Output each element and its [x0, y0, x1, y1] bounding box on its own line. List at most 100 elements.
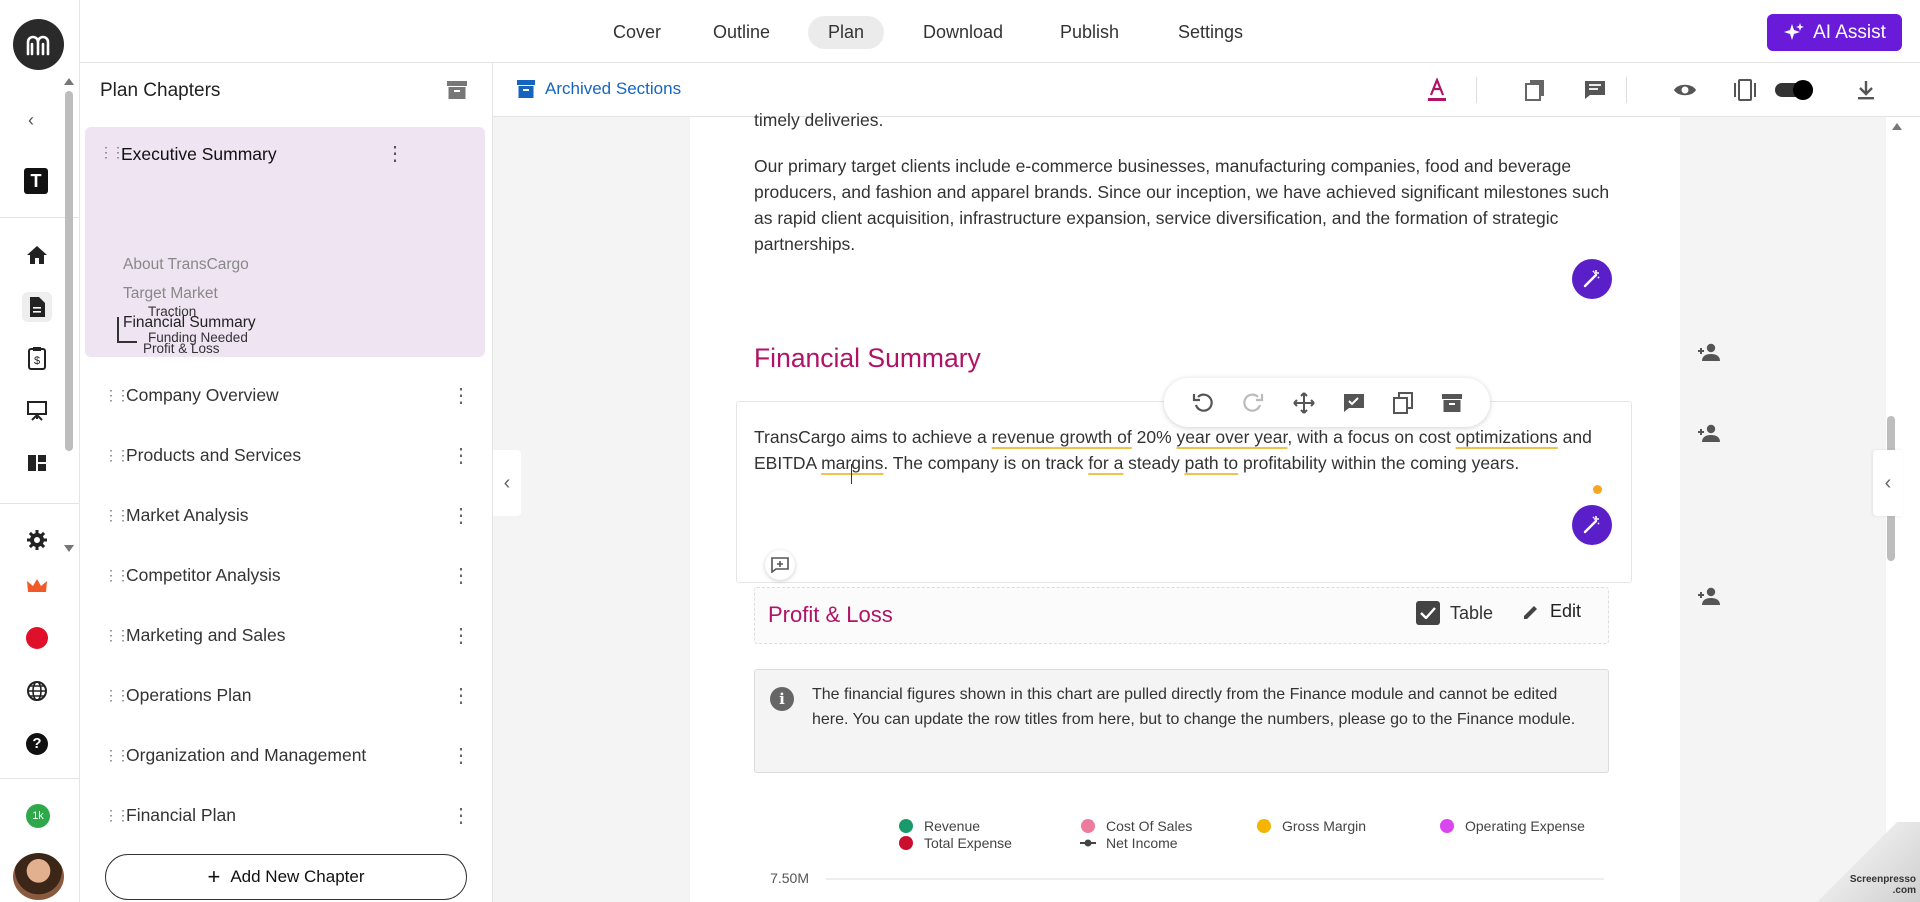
collapse-rail-icon[interactable]: ‹ [28, 110, 34, 131]
move-icon[interactable] [1293, 391, 1315, 414]
chapter-menu-kebab[interactable]: ⋮ [446, 803, 476, 828]
legend-item-gross-margin[interactable]: Gross Margin [1257, 818, 1366, 834]
tab-cover[interactable]: Cover [593, 16, 681, 49]
chapter-item[interactable]: ⋮⋮ Marketing and Sales ⋮ [90, 610, 476, 660]
approve-comment-icon[interactable] [1343, 393, 1365, 413]
ai-rewrite-button[interactable] [1572, 259, 1612, 299]
chapter-executive-summary[interactable]: Executive Summary [121, 144, 277, 165]
plan-document-icon[interactable] [22, 292, 52, 322]
download-icon[interactable] [1852, 76, 1880, 104]
chapter-menu-kebab[interactable]: ⋮ [446, 623, 476, 648]
table-checkbox[interactable] [1416, 601, 1440, 625]
tab-outline[interactable]: Outline [693, 16, 790, 49]
assign-user-icon[interactable] [1697, 343, 1721, 361]
paragraph-fragment[interactable]: timely deliveries. [754, 107, 883, 133]
legend-item-net-income[interactable]: Net Income [1080, 835, 1178, 851]
edit-button[interactable]: Edit [1522, 601, 1581, 622]
chapter-item[interactable]: ⋮⋮ Market Analysis ⋮ [90, 490, 476, 540]
chapter-menu-kebab[interactable]: ⋮ [446, 383, 476, 408]
archived-sections-link[interactable]: Archived Sections [517, 79, 681, 99]
tab-settings[interactable]: Settings [1158, 16, 1263, 49]
text-color-icon[interactable] [1422, 76, 1452, 104]
chapter-item[interactable]: ⋮⋮ Company Overview ⋮ [90, 370, 476, 420]
chapter-menu-kebab[interactable]: ⋮ [446, 563, 476, 588]
undo-icon[interactable] [1192, 392, 1214, 414]
subsection-traction[interactable]: Traction [148, 304, 196, 319]
scroll-up-arrow[interactable] [1892, 123, 1902, 130]
settings-gear-icon[interactable] [22, 525, 52, 555]
copy-document-icon[interactable] [1521, 76, 1549, 104]
dashboard-icon[interactable] [22, 448, 52, 478]
drag-handle-icon[interactable]: ⋮⋮ [90, 387, 130, 404]
profit-loss-title[interactable]: Profit & Loss [768, 602, 893, 628]
presentation-icon[interactable] [22, 395, 52, 425]
finance-clipboard-icon[interactable]: $ [22, 343, 52, 373]
collapse-sidebar-tab[interactable]: ‹ [493, 450, 521, 516]
add-new-chapter-button[interactable]: + Add New Chapter [105, 854, 467, 900]
chapter-menu-kebab[interactable]: ⋮ [446, 443, 476, 468]
table-toggle[interactable]: Table [1416, 601, 1493, 625]
legend-item-cost-of-sales[interactable]: Cost Of Sales [1081, 818, 1192, 834]
archive-section-icon[interactable] [1441, 393, 1462, 412]
chapter-item[interactable]: ⋮⋮ Organization and Management ⋮ [90, 730, 476, 780]
chapter-item[interactable]: ⋮⋮ Operations Plan ⋮ [90, 670, 476, 720]
drag-handle-icon[interactable]: ⋮⋮ [90, 687, 130, 704]
redo-icon[interactable] [1242, 392, 1264, 414]
assign-user-icon[interactable] [1697, 587, 1721, 605]
add-comment-icon[interactable] [765, 550, 795, 580]
preview-eye-icon[interactable] [1671, 76, 1699, 104]
company-avatar[interactable]: T [24, 168, 48, 194]
suggestion-dot[interactable] [1593, 485, 1602, 494]
chapter-item[interactable]: ⋮⋮ Products and Services ⋮ [90, 430, 476, 480]
crown-icon[interactable] [22, 571, 52, 601]
chapter-menu-kebab[interactable]: ⋮ [446, 683, 476, 708]
tab-plan[interactable]: Plan [808, 16, 885, 49]
grammar-suggestion[interactable]: optimizations [1456, 427, 1558, 447]
section-heading-financial-summary[interactable]: Financial Summary [754, 343, 981, 374]
legend-item-revenue[interactable]: Revenue [899, 818, 980, 834]
subsection-funding-needed[interactable]: Funding Needed [148, 330, 248, 345]
drag-handle-icon[interactable]: ⋮⋮ [90, 507, 130, 524]
chapter-menu-kebab[interactable]: ⋮ [385, 141, 405, 166]
scroll-down-arrow[interactable] [64, 545, 74, 552]
duplicate-icon[interactable] [1393, 391, 1414, 414]
globe-icon[interactable] [22, 676, 52, 706]
drag-handle-icon[interactable]: ⋮⋮ [90, 447, 130, 464]
ai-assist-button[interactable]: AI Assist [1767, 14, 1902, 51]
drag-handle-icon[interactable]: ⋮⋮ [90, 807, 130, 824]
chapter-item[interactable]: ⋮⋮ Financial Plan ⋮ [90, 790, 476, 840]
home-icon[interactable] [22, 240, 52, 270]
paragraph-target-clients[interactable]: Our primary target clients include e-com… [754, 153, 1612, 257]
ai-rewrite-button[interactable] [1572, 505, 1612, 545]
chapter-menu-kebab[interactable]: ⋮ [446, 743, 476, 768]
section-about-transcargo[interactable]: About TransCargo [123, 256, 249, 274]
drag-handle-icon[interactable]: ⋮⋮ [99, 144, 125, 161]
chapter-menu-kebab[interactable]: ⋮ [446, 503, 476, 528]
record-icon[interactable] [22, 623, 52, 653]
drag-handle-icon[interactable]: ⋮⋮ [90, 567, 130, 584]
expand-right-panel-tab[interactable]: ‹ [1873, 450, 1903, 516]
grammar-suggestion[interactable]: for a [1088, 453, 1123, 473]
legend-item-operating-expense[interactable]: Operating Expense [1440, 818, 1585, 834]
notification-badge[interactable]: 1k [26, 804, 50, 828]
assign-user-icon[interactable] [1697, 424, 1721, 442]
tab-publish[interactable]: Publish [1040, 16, 1139, 49]
drag-handle-icon[interactable]: ⋮⋮ [90, 627, 130, 644]
user-avatar[interactable] [13, 853, 64, 900]
grammar-suggestion[interactable]: path to [1185, 453, 1239, 473]
archive-box-icon[interactable] [447, 81, 467, 99]
drag-handle-icon[interactable]: ⋮⋮ [90, 747, 130, 764]
help-icon[interactable]: ? [22, 729, 52, 759]
page-view-icon[interactable] [1731, 76, 1759, 104]
grammar-suggestion[interactable]: revenue growth of [992, 427, 1132, 447]
comments-icon[interactable] [1581, 76, 1609, 104]
section-target-market[interactable]: Target Market [123, 285, 218, 303]
paragraph-financial-summary[interactable]: TransCargo aims to achieve a revenue gro… [754, 424, 1614, 476]
app-logo-icon[interactable] [13, 19, 64, 70]
tab-download[interactable]: Download [903, 16, 1023, 49]
view-mode-toggle[interactable] [1775, 80, 1813, 100]
grammar-suggestion[interactable]: year over year [1177, 427, 1288, 447]
panel-scrollbar-thumb[interactable] [65, 91, 73, 451]
legend-item-total-expense[interactable]: Total Expense [899, 835, 1012, 851]
scroll-up-arrow[interactable] [64, 78, 74, 85]
